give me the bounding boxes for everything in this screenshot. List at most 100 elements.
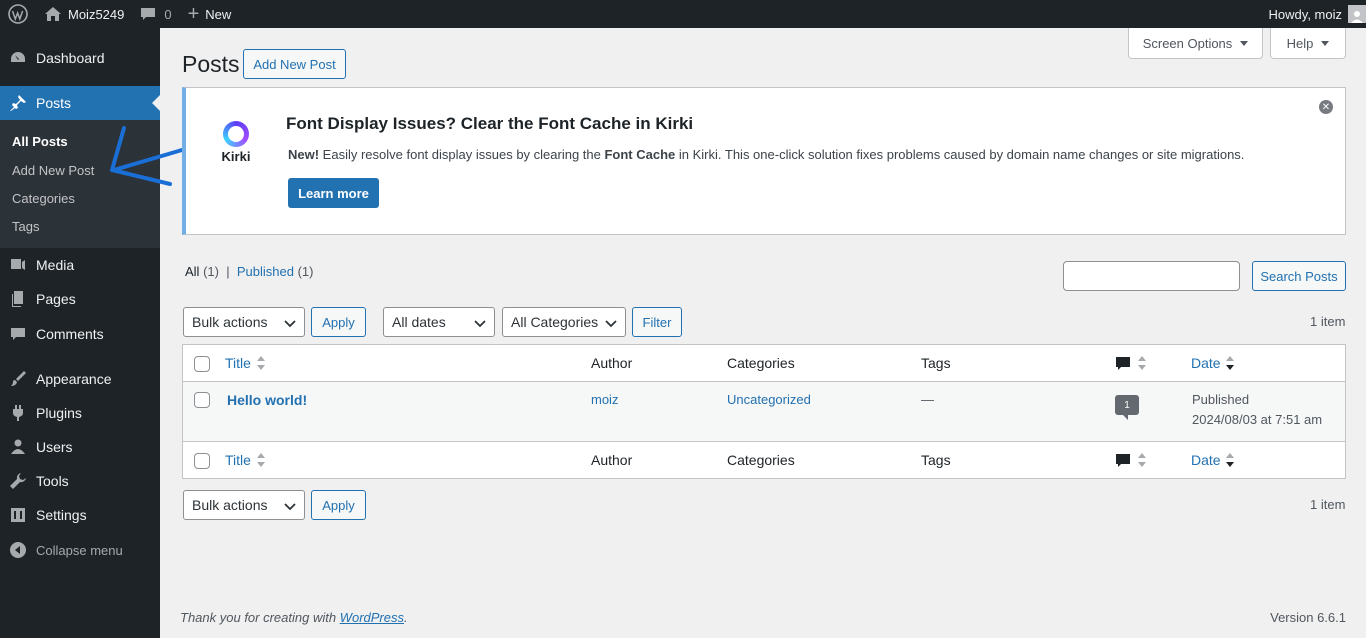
dismiss-icon[interactable]: ✕	[1319, 100, 1333, 114]
view-all-count: (1)	[203, 264, 219, 279]
apply-button-top[interactable]: Apply	[311, 307, 366, 337]
chevron-down-icon	[474, 320, 486, 328]
posts-table: Title Author Categories Tags Date Hello …	[182, 344, 1346, 479]
dates-select[interactable]: All dates	[383, 307, 495, 337]
sort-icon[interactable]	[1138, 355, 1146, 371]
sidebar-item-settings[interactable]: Settings	[0, 498, 160, 532]
sidebar-item-appearance[interactable]: Appearance	[0, 362, 160, 396]
footer-thanks: Thank you for creating with WordPress.	[180, 610, 408, 625]
dates-value: All dates	[392, 314, 446, 330]
admin-bar: Moiz5249 0 + New Howdy, moiz	[0, 0, 1366, 28]
comment-icon	[0, 325, 36, 343]
categories-value: All Categories	[511, 314, 599, 330]
submenu-categories[interactable]: Categories	[12, 191, 75, 206]
new-label: New	[205, 6, 232, 22]
select-all-checkbox[interactable]	[194, 356, 210, 372]
post-date: 2024/08/03 at 7:51 am	[1192, 412, 1323, 427]
table-row	[183, 382, 1345, 442]
sidebar-item-posts[interactable]: Posts	[0, 86, 160, 120]
search-posts-button[interactable]: Search Posts	[1252, 261, 1346, 291]
wordpress-link[interactable]: WordPress	[340, 610, 404, 625]
column-title-footer[interactable]: Title	[225, 452, 251, 468]
plugin-icon	[0, 404, 36, 422]
search-input[interactable]	[1063, 261, 1240, 291]
notice-text: New! Easily resolve font display issues …	[288, 147, 1244, 162]
sidebar-item-tools[interactable]: Tools	[0, 464, 160, 498]
post-status-filters: All (1) | Published (1)	[185, 264, 313, 279]
plus-icon: +	[187, 3, 200, 25]
comments-link[interactable]: 0	[132, 0, 179, 28]
footer-divider	[183, 441, 1345, 442]
sidebar-item-label: Comments	[36, 326, 104, 342]
submenu-add-new-post[interactable]: Add New Post	[12, 163, 94, 178]
sidebar-item-label: Settings	[36, 507, 87, 523]
comment-count-bubble[interactable]: 1	[1115, 395, 1139, 420]
notice-text-2: in Kirki. This one-click solution fixes …	[675, 147, 1245, 162]
view-published[interactable]: Published	[237, 264, 294, 279]
screen-options-button[interactable]: Screen Options	[1128, 28, 1263, 59]
column-tags-header: Tags	[921, 355, 951, 371]
submenu-tags[interactable]: Tags	[12, 219, 39, 234]
sidebar-item-plugins[interactable]: Plugins	[0, 396, 160, 430]
sidebar-item-users[interactable]: Users	[0, 430, 160, 464]
wrench-icon	[0, 472, 36, 490]
view-all[interactable]: All	[185, 264, 199, 279]
item-count-top: 1 item	[1310, 314, 1346, 329]
help-label: Help	[1286, 35, 1314, 51]
notice-font-cache: Font Cache	[604, 147, 676, 162]
sort-icon[interactable]	[1138, 452, 1146, 468]
column-date-header[interactable]: Date	[1191, 355, 1221, 371]
post-category-link[interactable]: Uncategorized	[727, 392, 811, 407]
kirki-logo-text: Kirki	[221, 149, 251, 164]
footer-version: Version 6.6.1	[1270, 610, 1346, 625]
bulk-actions-select-bottom[interactable]: Bulk actions	[183, 490, 305, 520]
comment-icon[interactable]	[1115, 453, 1131, 469]
settings-icon	[0, 506, 36, 524]
row-checkbox[interactable]	[194, 392, 210, 408]
my-account-link[interactable]: Howdy, moiz	[1261, 0, 1366, 28]
sidebar-item-label: Plugins	[36, 405, 82, 421]
new-content-link[interactable]: + New	[180, 0, 240, 28]
sidebar-item-label: Appearance	[36, 371, 112, 387]
view-published-count: (1)	[297, 264, 314, 279]
post-author-link[interactable]: moiz	[591, 392, 618, 407]
bulk-actions-select-top[interactable]: Bulk actions	[183, 307, 305, 337]
sidebar-item-comments[interactable]: Comments	[0, 317, 160, 351]
comments-count: 0	[164, 6, 172, 22]
collapse-icon	[0, 541, 36, 559]
site-name-link[interactable]: Moiz5249	[36, 0, 132, 28]
add-new-post-button[interactable]: Add New Post	[243, 49, 346, 79]
sort-icon[interactable]	[257, 452, 265, 468]
sort-desc-icon[interactable]	[1226, 355, 1234, 371]
sidebar-item-pages[interactable]: Pages	[0, 282, 160, 316]
sort-icon[interactable]	[257, 355, 265, 371]
column-title-header[interactable]: Title	[225, 355, 251, 371]
home-icon	[44, 6, 62, 22]
view-separator: |	[226, 264, 230, 279]
notice-title: Font Display Issues? Clear the Font Cach…	[286, 114, 694, 133]
kirki-ring-icon	[223, 121, 249, 147]
sidebar-item-label: Posts	[36, 95, 72, 111]
sidebar-item-media[interactable]: Media	[0, 248, 160, 282]
sort-desc-icon[interactable]	[1226, 452, 1234, 468]
wordpress-logo-icon[interactable]	[0, 0, 36, 28]
sidebar-item-dashboard[interactable]: Dashboard	[0, 41, 160, 75]
filter-button[interactable]: Filter	[632, 307, 682, 337]
column-date-footer[interactable]: Date	[1191, 452, 1221, 468]
bulk-actions-value: Bulk actions	[192, 497, 268, 513]
collapse-menu-button[interactable]: Collapse menu	[0, 533, 160, 567]
submenu-all-posts[interactable]: All Posts	[12, 134, 68, 149]
sidebar-item-label: Media	[36, 257, 75, 273]
post-status: Published	[1192, 392, 1250, 407]
help-button[interactable]: Help	[1270, 28, 1346, 59]
notice-text-1: Easily resolve font display issues by cl…	[319, 147, 605, 162]
comment-icon[interactable]	[1115, 356, 1131, 372]
select-all-checkbox-bottom[interactable]	[194, 453, 210, 469]
post-tags: —	[921, 392, 934, 407]
learn-more-button[interactable]: Learn more	[288, 178, 379, 208]
post-title-link[interactable]: Hello world!	[227, 392, 307, 408]
item-count-bottom: 1 item	[1310, 497, 1346, 512]
categories-select[interactable]: All Categories	[502, 307, 626, 337]
apply-button-bottom[interactable]: Apply	[311, 490, 366, 520]
sidebar-item-label: Users	[36, 439, 73, 455]
